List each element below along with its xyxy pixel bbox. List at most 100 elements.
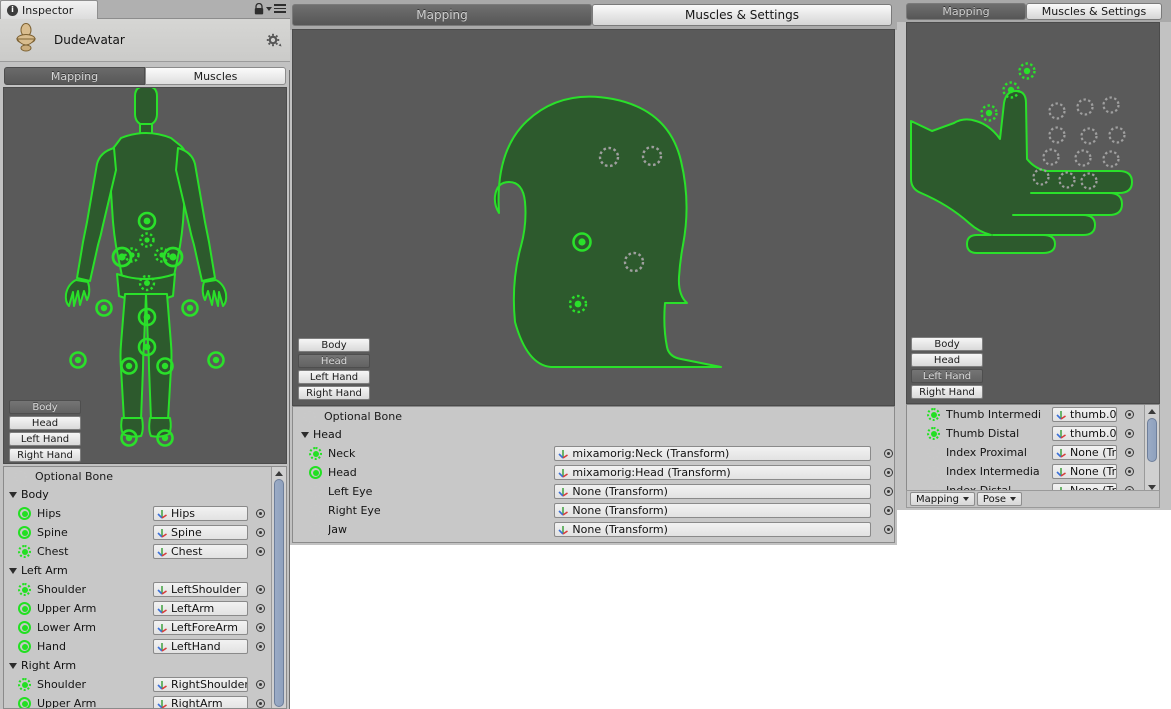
hand-avatar-viewport[interactable]: Body Head Left Hand Right Hand (906, 22, 1160, 404)
bone-row-right-shoulder[interactable]: Shoulder RightShoulder (4, 675, 286, 694)
object-picker-icon[interactable] (254, 698, 266, 708)
bodypart-body-button[interactable]: Body (9, 400, 81, 414)
bone-transform-field[interactable]: thumb.03 (1052, 426, 1117, 441)
object-picker-icon[interactable] (882, 448, 894, 460)
object-picker-icon[interactable] (1123, 447, 1135, 459)
object-picker-icon[interactable] (254, 527, 266, 539)
right-tab-mapping[interactable]: Mapping (906, 3, 1026, 20)
scroll-up-arrow[interactable] (274, 468, 284, 478)
bone-row-hips[interactable]: Hips Hips (4, 504, 286, 523)
right-list-scrollbar[interactable] (1144, 405, 1159, 491)
right-bodypart-head-button[interactable]: Head (911, 353, 983, 367)
object-picker-icon[interactable] (1123, 409, 1135, 421)
bone-state-icon (18, 545, 31, 558)
bone-transform-field[interactable]: thumb.02 (1052, 407, 1117, 422)
object-picker-icon[interactable] (254, 622, 266, 634)
bone-row-left-upper-arm[interactable]: Upper Arm LeftArm (4, 599, 286, 618)
center-bodypart-right-hand-button[interactable]: Right Hand (298, 386, 370, 400)
bone-row-jaw[interactable]: Jaw None (Transform) (293, 520, 894, 539)
tab-mapping[interactable]: Mapping (4, 67, 145, 85)
object-picker-icon[interactable] (882, 486, 894, 498)
object-picker-icon[interactable] (882, 505, 894, 517)
lock-icon[interactable] (254, 3, 264, 15)
bone-group-body[interactable]: Body (4, 485, 286, 504)
bone-row-left-hand[interactable]: Hand LeftHand (4, 637, 286, 656)
head-avatar-viewport[interactable]: Body Head Left Hand Right Hand (292, 29, 895, 406)
bone-transform-value: mixamorig:Neck (Transform) (572, 447, 730, 460)
center-tab-mapping[interactable]: Mapping (292, 4, 592, 26)
right-tab-muscles-settings[interactable]: Muscles & Settings (1026, 3, 1162, 20)
bone-transform-field[interactable]: RightShoulder (153, 677, 248, 692)
tab-muscles[interactable]: Muscles (145, 67, 286, 85)
bodypart-left-hand-button[interactable]: Left Hand (9, 432, 81, 446)
object-picker-icon[interactable] (882, 524, 894, 536)
right-bodypart-body-button[interactable]: Body (911, 337, 983, 351)
object-picker-icon[interactable] (1123, 428, 1135, 440)
center-bone-group-head[interactable]: Head (293, 425, 894, 444)
bone-transform-field[interactable]: None (Transform) (554, 503, 871, 518)
scrollbar-thumb[interactable] (1147, 418, 1157, 462)
bone-transform-field[interactable]: None (Transform) (554, 484, 871, 499)
bone-row-spine[interactable]: Spine Spine (4, 523, 286, 542)
bone-label: Neck (328, 447, 356, 460)
right-tab-mapping-label: Mapping (942, 5, 990, 18)
bone-row-right-upper-arm[interactable]: Upper Arm RightArm (4, 694, 286, 708)
bone-group-right-arm[interactable]: Right Arm (4, 656, 286, 675)
body-avatar-viewport[interactable]: Body Head Left Hand Right Hand (3, 87, 287, 464)
bone-row-index-proximal[interactable]: Index Proximal None (Tra (907, 443, 1159, 462)
bone-row-neck[interactable]: Neck mixamorig:Neck (Transform) (293, 444, 894, 463)
bodypart-head-button[interactable]: Head (9, 416, 81, 430)
bone-transform-field[interactable]: None (Tra (1052, 445, 1117, 460)
tab-inspector[interactable]: i Inspector (0, 0, 98, 19)
inspector-list-scrollbar[interactable] (271, 467, 286, 708)
bone-row-thumb-intermediate[interactable]: Thumb Intermedi thumb.02 (907, 405, 1159, 424)
bone-state-icon (927, 465, 940, 478)
object-picker-icon[interactable] (254, 603, 266, 615)
center-bodypart-body-button[interactable]: Body (298, 338, 370, 352)
center-bodypart-left-hand-button[interactable]: Left Hand (298, 370, 370, 384)
right-bodypart-right-hand-button[interactable]: Right Hand (911, 385, 983, 399)
center-tab-muscles-settings[interactable]: Muscles & Settings (592, 4, 892, 26)
bone-transform-field[interactable]: LeftArm (153, 601, 248, 616)
center-bodypart-head-button[interactable]: Head (298, 354, 370, 368)
bone-transform-field[interactable]: LeftShoulder (153, 582, 248, 597)
bone-row-right-eye[interactable]: Right Eye None (Transform) (293, 501, 894, 520)
bone-transform-field[interactable]: LeftForeArm (153, 620, 248, 635)
mapping-dropdown[interactable]: Mapping (910, 492, 975, 506)
bone-row-thumb-distal[interactable]: Thumb Distal thumb.03 (907, 424, 1159, 443)
object-picker-icon[interactable] (254, 584, 266, 596)
object-picker-icon[interactable] (1123, 466, 1135, 478)
bone-state-icon (18, 640, 31, 653)
bone-row-index-intermediate[interactable]: Index Intermedia None (Tra (907, 462, 1159, 481)
bone-transform-field[interactable]: None (Tra (1052, 464, 1117, 479)
bone-label: Shoulder (37, 678, 86, 691)
hamburger-menu-icon[interactable] (268, 4, 286, 15)
bone-row-left-lower-arm[interactable]: Lower Arm LeftForeArm (4, 618, 286, 637)
bone-label: Index Proximal (946, 446, 1027, 459)
bone-transform-field[interactable]: mixamorig:Head (Transform) (554, 465, 871, 480)
object-picker-icon[interactable] (254, 641, 266, 653)
bone-transform-field[interactable]: None (Transform) (554, 522, 871, 537)
gear-icon[interactable] (266, 33, 282, 49)
bodypart-right-hand-button[interactable]: Right Hand (9, 448, 81, 462)
bone-row-chest[interactable]: Chest Chest (4, 542, 286, 561)
pose-dropdown[interactable]: Pose (976, 492, 1023, 506)
bone-transform-field[interactable]: Chest (153, 544, 248, 559)
object-picker-icon[interactable] (254, 508, 266, 520)
bone-transform-field[interactable]: mixamorig:Neck (Transform) (554, 446, 871, 461)
bone-state-icon (18, 507, 31, 520)
right-bodypart-left-hand-button[interactable]: Left Hand (911, 369, 983, 383)
bone-group-left-arm[interactable]: Left Arm (4, 561, 286, 580)
object-picker-icon[interactable] (882, 467, 894, 479)
scrollbar-thumb[interactable] (274, 479, 284, 707)
bone-transform-field[interactable]: Hips (153, 506, 248, 521)
bone-transform-field[interactable]: Spine (153, 525, 248, 540)
bone-row-left-eye[interactable]: Left Eye None (Transform) (293, 482, 894, 501)
bone-row-head[interactable]: Head mixamorig:Head (Transform) (293, 463, 894, 482)
object-picker-icon[interactable] (254, 546, 266, 558)
bone-transform-field[interactable]: LeftHand (153, 639, 248, 654)
scroll-up-arrow[interactable] (1147, 406, 1157, 416)
bone-transform-field[interactable]: RightArm (153, 696, 248, 708)
object-picker-icon[interactable] (254, 679, 266, 691)
bone-row-left-shoulder[interactable]: Shoulder LeftShoulder (4, 580, 286, 599)
